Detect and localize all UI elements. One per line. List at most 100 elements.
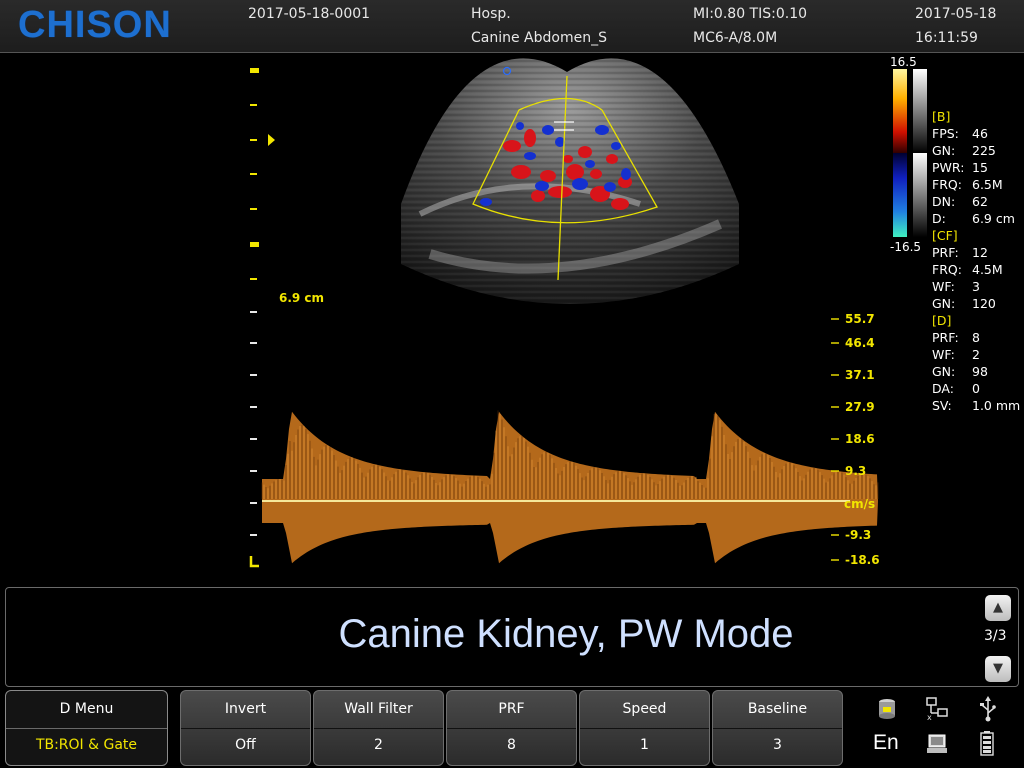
param-row: PRF: 12: [930, 245, 1024, 262]
param-value: 4.5M: [972, 262, 1003, 277]
param-row: GN: 225: [930, 143, 1024, 160]
param-key: D:: [932, 211, 946, 226]
flow-blue-blob: [621, 168, 631, 180]
ultrasound-image[interactable]: 6.9 cm 16.5 -16.5 55.746.437.127.918.69.…: [0, 54, 1024, 584]
prf-softkey[interactable]: PRF 8: [446, 690, 577, 766]
param-row: FRQ: 4.5M: [930, 262, 1024, 279]
depth-tick: [250, 278, 257, 280]
param-value: 98: [972, 364, 988, 379]
flow-blue-blob: [572, 178, 588, 190]
depth-tick: [250, 242, 259, 247]
depth-tick: [250, 104, 257, 106]
flow-blue-blob: [604, 182, 616, 192]
trackball-mode: TB:ROI & Gate: [35, 737, 138, 753]
triangle-down-icon: ▼: [993, 661, 1003, 676]
param-row: FRQ: 6.5M: [930, 177, 1024, 194]
d-menu-key[interactable]: D Menu TB:ROI & Gate: [5, 690, 168, 766]
velocity-unit: cm/s: [844, 497, 875, 511]
comment-panel: Canine Kidney, PW Mode ▲ 3/3 ▼: [5, 587, 1019, 687]
param-value: 2: [972, 347, 980, 362]
language-indicator[interactable]: En: [873, 731, 899, 755]
param-row: PWR: 15: [930, 160, 1024, 177]
softkey-value: 3: [773, 737, 782, 753]
flow-blue-blob: [542, 125, 554, 135]
param-row: SV: 1.0 mm: [930, 398, 1024, 415]
flow-blue-blob: [480, 198, 492, 206]
image-area[interactable]: 6.9 cm 16.5 -16.5 55.7 46.4 37.1 27.9 18…: [0, 54, 1024, 584]
wall-filter-softkey[interactable]: Wall Filter 2: [313, 690, 444, 766]
brand-logo: CHISON: [18, 4, 172, 46]
doppler-spectrum: [261, 410, 879, 564]
flow-red-blob: [590, 169, 602, 179]
comment-text: Canine Kidney, PW Mode: [338, 612, 794, 656]
param-key: FPS:: [932, 126, 959, 141]
flow-blue-blob: [524, 152, 536, 160]
param-value: 12: [972, 245, 988, 260]
flow-red-blob: [531, 190, 545, 202]
flow-blue-blob: [595, 125, 609, 135]
color-bar-max: 16.5: [890, 55, 917, 69]
flow-red-blob: [611, 198, 629, 210]
divider: [713, 728, 842, 729]
printer-icon[interactable]: [926, 733, 948, 755]
network-icon[interactable]: x: [925, 697, 949, 721]
depth-tick: [250, 342, 257, 344]
depth-tick: [250, 406, 257, 408]
softkey-label: Invert: [224, 701, 267, 717]
invert-softkey[interactable]: Invert Off: [180, 690, 311, 766]
param-value: 3: [972, 279, 980, 294]
header-bar: CHISON 2017-05-18-0001 Hosp. Canine Abdo…: [0, 0, 1024, 53]
database-icon[interactable]: [876, 697, 898, 721]
param-row: GN: 98: [930, 364, 1024, 381]
flow-red-blob: [524, 129, 536, 147]
param-key: FRQ:: [932, 177, 962, 192]
baseline-softkey[interactable]: Baseline 3: [712, 690, 843, 766]
param-key: DN:: [932, 194, 956, 209]
flow-red-blob: [503, 140, 521, 152]
softkey-value: 2: [374, 737, 383, 753]
depth-tick: [250, 470, 257, 472]
spectrum-reverse: [262, 501, 878, 564]
softkey-label: Wall Filter: [344, 701, 413, 717]
patient-id: 2017-05-18-0001: [248, 6, 371, 22]
divider: [580, 728, 709, 729]
param-key: GN:: [932, 143, 956, 158]
param-row: WF: 2: [930, 347, 1024, 364]
param-key: [D]: [932, 313, 952, 328]
page-down-button[interactable]: ▼: [985, 656, 1011, 682]
battery-icon: [980, 731, 994, 756]
gray-bar-cf: [913, 153, 927, 237]
ultrasound-screen: CHISON 2017-05-18-0001 Hosp. Canine Abdo…: [0, 0, 1024, 768]
param-key: [CF]: [932, 228, 958, 243]
flow-red-blob: [606, 154, 618, 164]
softkey-label: PRF: [498, 701, 525, 717]
depth-tick: [250, 173, 257, 175]
param-row: PRF: 8: [930, 330, 1024, 347]
page-up-button[interactable]: ▲: [985, 595, 1011, 621]
color-velocity-bar-negative: [893, 153, 907, 237]
param-section-header: [D]: [930, 313, 1024, 330]
param-section-header: [CF]: [930, 228, 1024, 245]
color-bar-min: -16.5: [890, 240, 921, 254]
param-key: DA:: [932, 381, 954, 396]
usb-icon[interactable]: [978, 696, 998, 722]
softkey-value: Off: [235, 737, 256, 753]
param-value: 120: [972, 296, 996, 311]
d-menu-title: D Menu: [59, 701, 114, 717]
page-indicator: 3/3: [984, 628, 1007, 644]
divider: [181, 728, 310, 729]
param-row: DA: 0: [930, 381, 1024, 398]
speed-softkey[interactable]: Speed 1: [579, 690, 710, 766]
flow-red-blob: [511, 165, 531, 179]
param-key: PRF:: [932, 245, 959, 260]
depth-label: 6.9 cm: [279, 291, 324, 305]
depth-tick: [250, 208, 257, 210]
param-value: 6.9 cm: [972, 211, 1015, 226]
param-key: WF:: [932, 347, 955, 362]
flow-blue-blob: [535, 181, 549, 191]
mi-tis-readout: MI:0.80 TIS:0.10: [693, 6, 808, 22]
divider: [447, 728, 576, 729]
depth-tick: [250, 438, 257, 440]
flow-blue-blob: [585, 160, 595, 168]
velocity-label: 9.3: [845, 464, 866, 478]
